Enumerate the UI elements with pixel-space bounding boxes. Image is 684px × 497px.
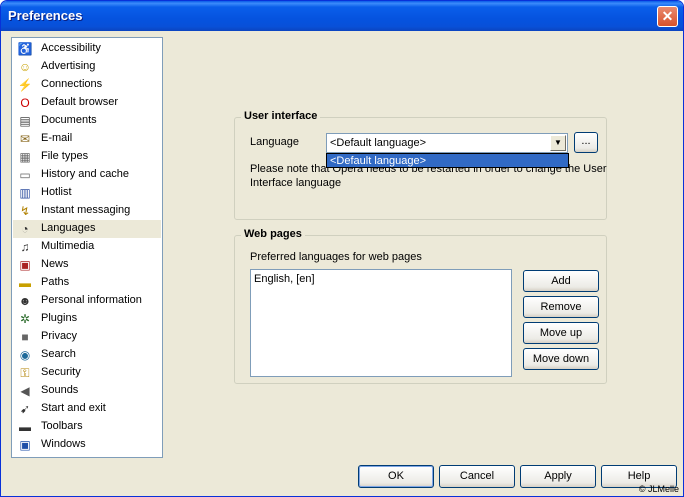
preferences-dialog: Preferences ✕ ♿ Accessibility ☺ Advertising…	[0, 0, 684, 497]
hotlist-icon: ▥	[19, 186, 31, 200]
apply-button[interactable]: Apply	[520, 465, 596, 488]
category-item-hotlist[interactable]: ▥ Hotlist	[13, 184, 161, 202]
category-label: Accessibility	[41, 42, 101, 54]
speaker-icon: ◀	[20, 384, 30, 398]
category-label: Plugins	[41, 312, 78, 324]
category-item-security[interactable]: ⚿ Security	[13, 364, 161, 382]
browse-button[interactable]: ...	[574, 132, 598, 153]
window-title: Preferences	[8, 8, 83, 23]
category-label: Connections	[41, 78, 103, 90]
drive-icon: ▭	[19, 168, 31, 182]
category-item-default-browser[interactable]: O Default browser	[13, 94, 161, 112]
category-item-news[interactable]: ▣ News	[13, 256, 161, 274]
category-item-windows[interactable]: ▣ Windows	[13, 436, 161, 454]
add-button[interactable]: Add	[523, 270, 599, 292]
wheelchair-icon: ♿	[17, 42, 33, 56]
category-list[interactable]: ♿ Accessibility ☺ Advertising ⚡ Connections O D…	[11, 37, 163, 458]
title-bar[interactable]: Preferences ✕	[1, 1, 683, 31]
category-label: Start and exit	[41, 402, 106, 414]
category-label: File types	[41, 150, 89, 162]
privacy-icon: ■	[21, 330, 29, 344]
restart-note-2: Interface language	[250, 177, 341, 189]
category-label: Default browser	[41, 96, 119, 108]
opera-icon: O	[20, 96, 30, 110]
cancel-button[interactable]: Cancel	[439, 465, 515, 488]
category-label: Sounds	[41, 384, 79, 396]
language-dropdown-option[interactable]: <Default language>	[326, 153, 569, 168]
category-item-privacy[interactable]: ■ Privacy	[13, 328, 161, 346]
category-label: E-mail	[41, 132, 73, 144]
envelope-icon: ✉	[19, 132, 31, 146]
category-item-paths[interactable]: ▬ Paths	[13, 274, 161, 292]
category-item-instant-messaging[interactable]: ↯ Instant messaging	[13, 202, 161, 220]
category-label: Hotlist	[41, 186, 72, 198]
copyright-watermark: © JLMelle	[638, 484, 679, 494]
category-item-history-and-cache[interactable]: ▭ History and cache	[13, 166, 161, 184]
remove-button[interactable]: Remove	[523, 296, 599, 318]
category-label: Paths	[41, 276, 70, 288]
search-icon: ◉	[19, 348, 31, 362]
chevron-down-icon[interactable]: ▼	[550, 135, 566, 151]
category-item-start-and-exit[interactable]: ➹ Start and exit	[13, 400, 161, 418]
toolbar-icon: ▬	[19, 420, 31, 434]
category-label: History and cache	[41, 168, 130, 180]
preferred-languages-label: Preferred languages for web pages	[250, 251, 422, 263]
category-label: Advertising	[41, 60, 96, 72]
category-label: Multimedia	[41, 240, 95, 252]
category-item-search[interactable]: ◉ Search	[13, 346, 161, 364]
category-label: Toolbars	[41, 420, 83, 432]
category-label: Instant messaging	[41, 204, 131, 216]
preferred-languages-list[interactable]: English, [en]	[250, 269, 512, 377]
category-item-connections[interactable]: ⚡ Connections	[13, 76, 161, 94]
file-types-icon: ▦	[19, 150, 31, 164]
document-icon: ▤	[19, 114, 31, 128]
category-item-documents[interactable]: ▤ Documents	[13, 112, 161, 130]
close-button[interactable]: ✕	[657, 6, 678, 27]
category-label: News	[41, 258, 69, 270]
category-item-personal-information[interactable]: ☻ Personal information	[13, 292, 161, 310]
category-label: Languages	[41, 222, 96, 234]
category-item-file-types[interactable]: ▦ File types	[13, 148, 161, 166]
category-label: Documents	[41, 114, 97, 126]
category-label: Security	[41, 366, 81, 378]
category-item-e-mail[interactable]: ✉ E-mail	[13, 130, 161, 148]
category-label: Windows	[41, 438, 86, 450]
start-exit-icon: ➹	[19, 402, 31, 416]
plugins-icon: ✲	[19, 312, 31, 326]
language-label: Language	[250, 136, 299, 148]
lightning-icon: ↯	[19, 204, 31, 218]
category-item-languages[interactable]: ◔ Languages	[13, 220, 161, 238]
category-item-sounds[interactable]: ◀ Sounds	[13, 382, 161, 400]
move-down-button[interactable]: Move down	[523, 348, 599, 370]
web-pages-heading: Web pages	[241, 228, 305, 240]
category-item-plugins[interactable]: ✲ Plugins	[13, 310, 161, 328]
languages-icon: ◔	[21, 222, 29, 236]
category-label: Privacy	[41, 330, 78, 342]
category-item-toolbars[interactable]: ▬ Toolbars	[13, 418, 161, 436]
category-label: Personal information	[41, 294, 142, 306]
ok-button[interactable]: OK	[358, 465, 434, 488]
move-up-button[interactable]: Move up	[523, 322, 599, 344]
user-interface-heading: User interface	[241, 110, 321, 122]
category-item-advertising[interactable]: ☺ Advertising	[13, 58, 161, 76]
language-select[interactable]: <Default language> ▼	[326, 133, 568, 153]
person-icon: ☻	[18, 294, 32, 308]
news-icon: ▣	[19, 258, 31, 272]
keys-icon: ⚿	[20, 366, 30, 380]
plug-icon: ⚡	[17, 78, 33, 92]
language-select-value: <Default language>	[330, 137, 427, 149]
windows-icon: ▣	[19, 438, 31, 452]
multimedia-icon: ♫	[20, 240, 30, 254]
restart-note-line2: Interface language	[250, 177, 342, 189]
smiley-icon: ☺	[18, 60, 32, 74]
close-icon: ✕	[661, 8, 674, 24]
category-item-multimedia[interactable]: ♫ Multimedia	[13, 238, 161, 256]
folder-icon: ▬	[19, 276, 31, 290]
category-item-accessibility[interactable]: ♿ Accessibility	[13, 40, 161, 58]
category-label: Search	[41, 348, 76, 360]
list-item[interactable]: English, [en]	[254, 273, 315, 285]
